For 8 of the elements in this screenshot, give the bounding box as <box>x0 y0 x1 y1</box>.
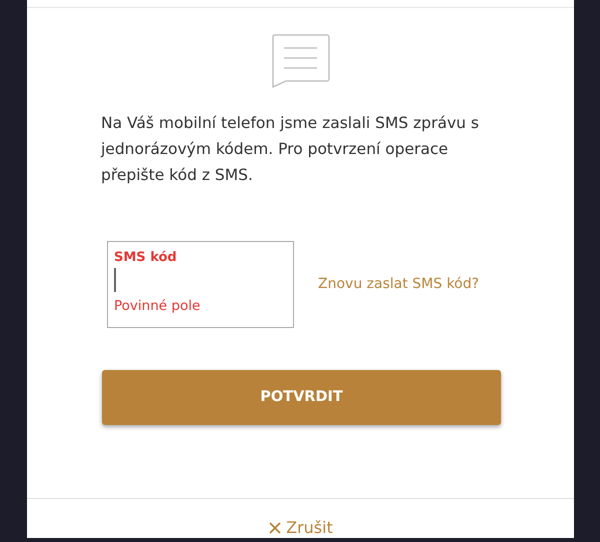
text-cursor <box>114 268 116 292</box>
close-icon <box>268 521 282 535</box>
sms-code-field[interactable]: SMS kód Povinné pole <box>107 241 294 328</box>
instruction-text: Na Váš mobilní telefon jsme zaslali SMS zprávu s jednorázovým kódem. Pro potvrzení operace přepište kód z SMS. <box>101 113 480 186</box>
cancel-button[interactable]: Zrušit <box>268 518 333 538</box>
message-icon <box>270 34 330 88</box>
resend-sms-link[interactable]: Znovu zaslat SMS kód? <box>318 274 480 295</box>
confirm-button[interactable]: POTVRDIT <box>102 370 501 425</box>
